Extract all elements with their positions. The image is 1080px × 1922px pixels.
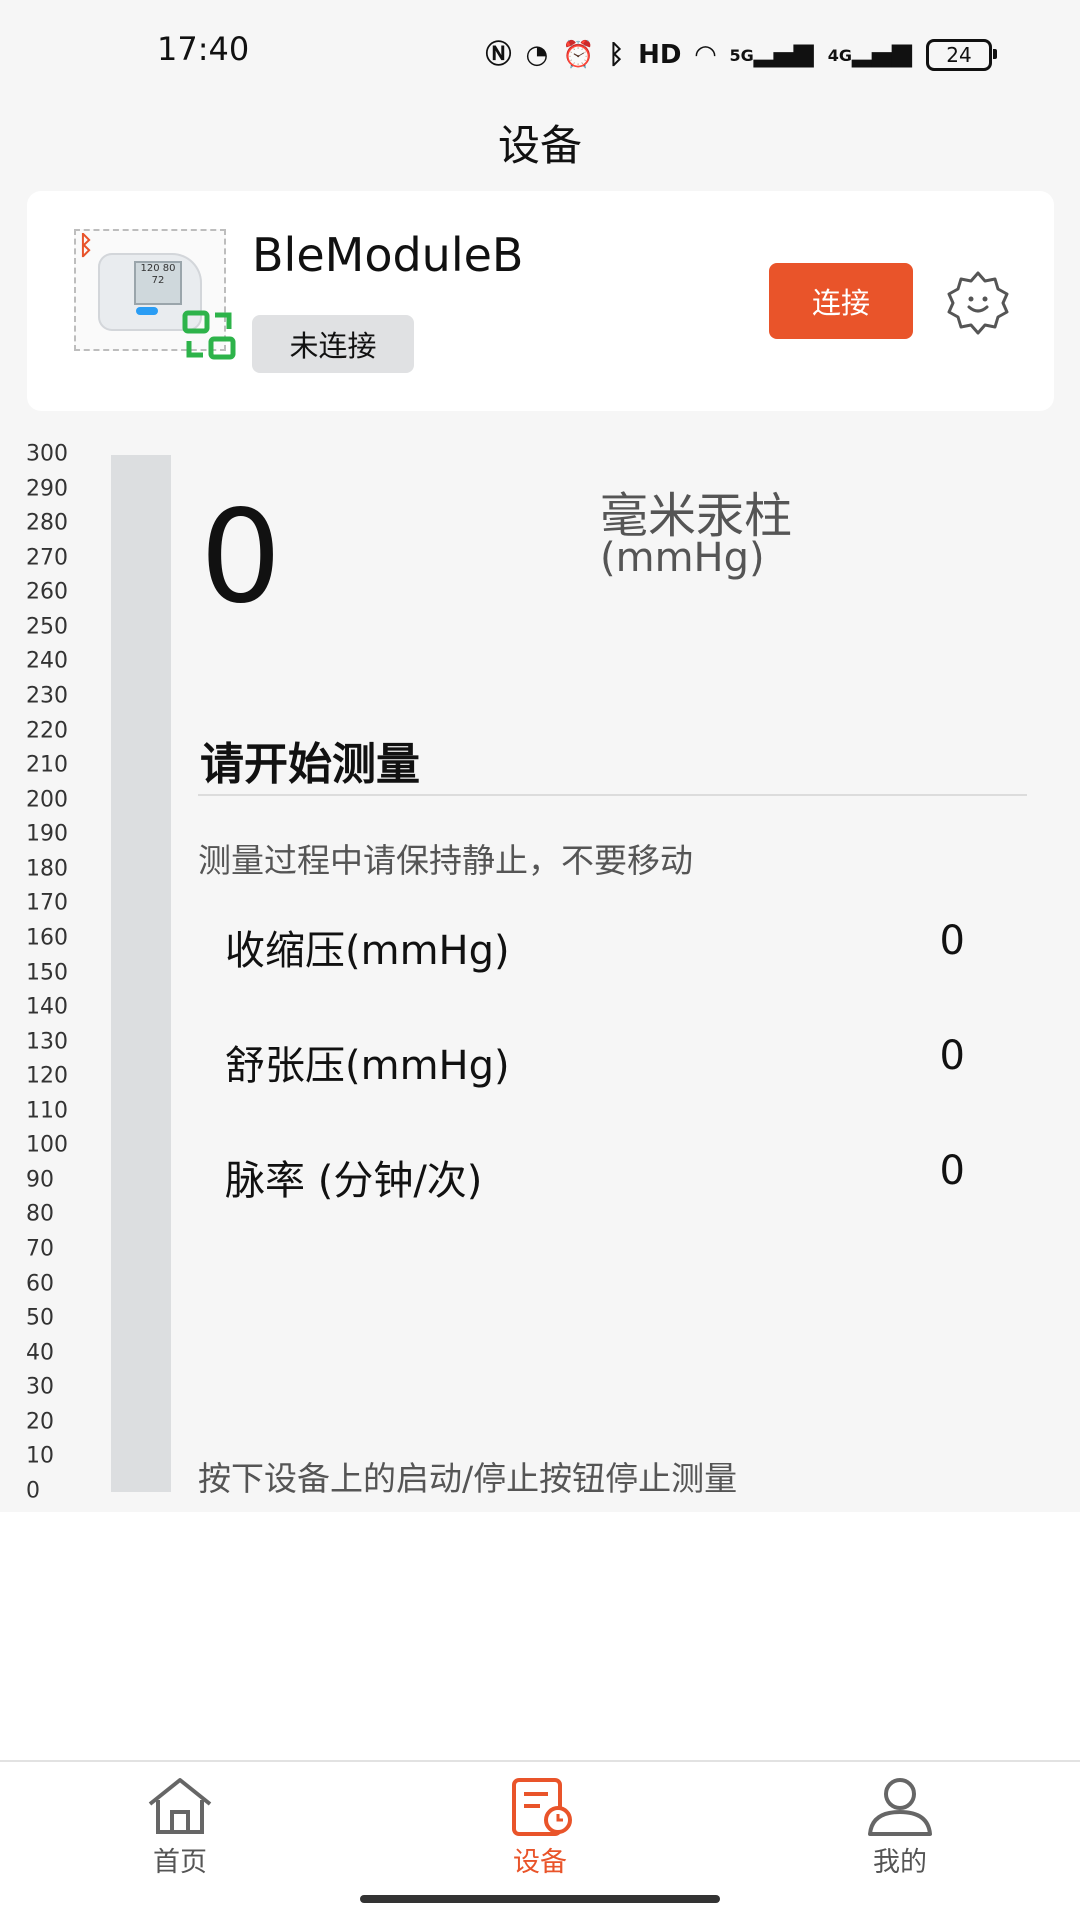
scale-tick: 210: [26, 752, 68, 778]
connection-status-badge: 未连接: [252, 315, 414, 373]
status-icons: Ⓝ ◔ ⏰ ᛒ HD ◠ 5G▂▄▆ 4G▂▄▆ 24: [485, 36, 997, 73]
systolic-label: 收缩压(mmHg): [225, 928, 510, 974]
scale-tick: 160: [26, 925, 68, 951]
scale-tick: 200: [26, 787, 68, 813]
page-title: 设备: [497, 121, 582, 170]
scale-tick: 20: [26, 1409, 54, 1435]
scale-tick: 270: [26, 545, 68, 571]
scale-tick: 230: [26, 683, 68, 709]
systolic-value: 0: [939, 918, 965, 964]
status-bar: 17:40 Ⓝ ◔ ⏰ ᛒ HD ◠ 5G▂▄▆ 4G▂▄▆ 24: [0, 0, 1080, 110]
pulse-value: 0: [939, 1148, 965, 1194]
scale-tick: 180: [26, 856, 68, 882]
alarm-icon: ⏰: [562, 39, 595, 70]
status-time: 17:40: [157, 30, 250, 68]
scale-tick: 150: [26, 960, 68, 985]
stop-instruction: 按下设备上的启动/停止按钮停止测量: [198, 1459, 738, 1498]
connect-button[interactable]: 连接: [769, 263, 913, 339]
speed-icon: ◔: [525, 39, 549, 70]
divider: [198, 794, 1027, 796]
scale-tick: 0: [26, 1478, 40, 1504]
scale-tick: 70: [26, 1236, 54, 1262]
home-icon: [148, 1778, 212, 1834]
sync-icon: [182, 310, 236, 360]
bluetooth-icon: ᛒ: [608, 39, 625, 70]
device-button-image: [136, 307, 158, 315]
unit-label-en: (mmHg): [600, 535, 765, 581]
pressure-bar: [111, 455, 171, 1492]
scale-tick: 120: [26, 1063, 68, 1089]
pulse-label: 脉率 (分钟/次): [225, 1158, 483, 1204]
scale-tick: 220: [26, 718, 68, 744]
scale-tick: 30: [26, 1374, 54, 1400]
scale-tick: 130: [26, 1029, 68, 1055]
scale-tick: 10: [26, 1443, 54, 1469]
device-card[interactable]: 120 80 72 ᛒ BleModuleB 未连接 连接: [27, 191, 1054, 411]
tab-home-label: 首页: [153, 1847, 207, 1878]
signal-5g-icon: 5G▂▄▆: [729, 38, 814, 68]
scale-tick: 100: [26, 1132, 68, 1158]
measurement-hint: 测量过程中请保持静止，不要移动: [198, 841, 693, 880]
diastolic-value: 0: [939, 1033, 965, 1079]
scale-tick: 60: [26, 1271, 54, 1297]
diastolic-label: 舒张压(mmHg): [225, 1043, 510, 1089]
hd-icon: HD: [638, 39, 682, 70]
nfc-icon: Ⓝ: [485, 39, 512, 70]
profile-icon: [868, 1778, 932, 1836]
diastolic-row: 舒张压(mmHg) 0: [225, 1033, 965, 1093]
tab-device[interactable]: 设备: [440, 1762, 640, 1882]
device-name: BleModuleB: [252, 228, 524, 282]
scale-tick: 50: [26, 1305, 54, 1331]
scale-tick: 260: [26, 579, 68, 605]
scale-tick: 290: [26, 476, 68, 502]
systolic-row: 收缩压(mmHg) 0: [225, 918, 965, 978]
device-record-icon: [512, 1778, 572, 1836]
scale-tick: 170: [26, 890, 68, 916]
pulse-row: 脉率 (分钟/次) 0: [225, 1148, 965, 1208]
tab-device-label: 设备: [513, 1847, 567, 1878]
tab-profile-label: 我的: [873, 1847, 927, 1878]
scale-tick: 250: [26, 614, 68, 640]
current-pressure-value: 0: [200, 483, 282, 632]
scale-tick: 110: [26, 1098, 68, 1124]
scale-tick: 140: [26, 994, 68, 1020]
bluetooth-icon: ᛒ: [78, 231, 94, 261]
device-screen-image: 120 80 72: [134, 261, 182, 305]
battery-icon: 24: [926, 38, 997, 71]
wifi-icon: ◠: [695, 39, 716, 70]
measurement-prompt: 请开始测量: [200, 739, 420, 790]
signal-4g-icon: 4G▂▄▆: [827, 38, 912, 68]
tab-home[interactable]: 首页: [80, 1762, 280, 1882]
scale-tick: 80: [26, 1201, 54, 1227]
empty-area: [0, 1512, 1080, 1760]
tab-profile[interactable]: 我的: [800, 1762, 1000, 1882]
scale-tick: 240: [26, 648, 68, 674]
gear-icon[interactable]: [945, 269, 1011, 335]
scale-tick: 90: [26, 1167, 54, 1193]
home-indicator[interactable]: [360, 1895, 720, 1903]
scale-tick: 40: [26, 1340, 54, 1366]
scale-tick: 280: [26, 510, 68, 536]
scale-tick: 190: [26, 821, 68, 847]
scale-tick: 300: [26, 441, 68, 467]
